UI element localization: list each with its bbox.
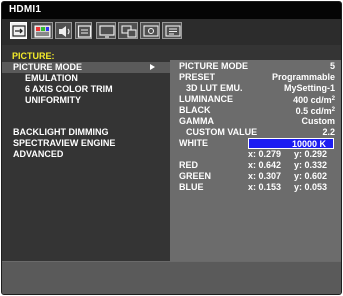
red-label: RED — [179, 160, 199, 170]
display-icon — [99, 25, 115, 38]
row-gamma[interactable]: GAMMA Custom — [170, 116, 341, 127]
row-picture-mode[interactable]: PICTURE MODE 5 — [170, 61, 341, 72]
blue-y-value: y: 0.053 — [294, 182, 328, 192]
menu-item-label: EMULATION — [25, 73, 78, 83]
multi-input-icon — [121, 25, 137, 38]
row-red[interactable]: RED x: 0.642 y: 0.332 — [170, 160, 341, 171]
green-x-value: x: 0.307 — [248, 171, 282, 181]
submenu-arrow-icon — [150, 64, 155, 70]
menu-item-spectraview-engine[interactable]: SPECTRAVIEW ENGINE — [2, 138, 172, 149]
row-black[interactable]: BLACK 0.5 cd/m2 — [170, 105, 341, 116]
lut-label: 3D LUT EMU. — [186, 83, 243, 93]
custom-value-value: 2.2 — [322, 127, 335, 137]
menu-item-picture-mode[interactable]: PICTURE MODE — [2, 62, 172, 73]
tab-schedule[interactable] — [75, 22, 92, 39]
menu-item-label: 6 AXIS COLOR TRIM — [25, 84, 113, 94]
title-bar: HDMI1 — [2, 2, 341, 19]
menu-item-label: BACKLIGHT DIMMING — [13, 127, 109, 137]
section-title: PICTURE: — [12, 51, 55, 61]
bottom-bar — [2, 261, 341, 294]
gamma-label: GAMMA — [179, 116, 214, 126]
tab-display[interactable] — [96, 22, 116, 39]
black-label: BLACK — [179, 105, 211, 115]
green-label: GREEN — [179, 171, 212, 181]
tab-audio[interactable] — [55, 22, 72, 39]
protect-icon — [143, 25, 159, 37]
blue-label: BLUE — [179, 182, 204, 192]
custom-value-label: CUSTOM VALUE — [186, 127, 258, 137]
menu-item-label: PICTURE MODE — [13, 62, 83, 72]
input-icon — [12, 25, 26, 37]
tab-picture[interactable] — [31, 22, 53, 39]
row-preset[interactable]: PRESET Programmable — [170, 72, 341, 83]
menu-item-6-axis-color-trim[interactable]: 6 AXIS COLOR TRIM — [2, 84, 172, 95]
white-value-field[interactable]: 10000 K — [248, 138, 334, 149]
tab-input[interactable] — [10, 22, 27, 39]
red-x-value: x: 0.642 — [248, 160, 282, 170]
preset-value: Programmable — [271, 72, 335, 82]
picture-menu: PICTURE: PICTURE MODE EMULATION 6 AXIS C… — [2, 45, 172, 261]
input-source-label: HDMI1 — [9, 4, 42, 15]
white-y-value: y: 0.292 — [294, 149, 328, 159]
row-blue[interactable]: BLUE x: 0.153 y: 0.053 — [170, 182, 341, 193]
audio-icon — [59, 26, 70, 37]
system-icon — [165, 25, 181, 37]
menu-item-label: SPECTRAVIEW ENGINE — [13, 138, 116, 148]
white-x-value: x: 0.279 — [248, 149, 282, 159]
tab-multi-input[interactable] — [118, 22, 138, 39]
schedule-icon — [77, 25, 92, 38]
picture-mode-value: 5 — [329, 61, 335, 71]
menu-item-label: UNIFORMITY — [25, 95, 81, 105]
menu-tab-bar — [2, 19, 341, 45]
luminance-label: LUMINANCE — [179, 94, 233, 104]
row-green[interactable]: GREEN x: 0.307 y: 0.602 — [170, 171, 341, 182]
tab-protect[interactable] — [140, 22, 160, 39]
menu-item-backlight-dimming[interactable]: BACKLIGHT DIMMING — [2, 127, 172, 138]
white-label: WHITE — [179, 138, 208, 148]
menu-item-emulation[interactable]: EMULATION — [2, 73, 172, 84]
tab-system[interactable] — [162, 22, 182, 39]
menu-item-label: ADVANCED — [13, 149, 64, 159]
row-luminance[interactable]: LUMINANCE 400 cd/m2 — [170, 94, 341, 105]
menu-item-advanced[interactable]: ADVANCED — [2, 149, 172, 160]
row-3d-lut-emu[interactable]: 3D LUT EMU. MySetting-1 — [170, 83, 341, 94]
menu-body: PICTURE: PICTURE MODE EMULATION 6 AXIS C… — [2, 45, 341, 261]
blue-x-value: x: 0.153 — [248, 182, 282, 192]
gamma-value: Custom — [301, 116, 336, 126]
lut-value: MySetting-1 — [283, 83, 335, 93]
row-custom-value[interactable]: CUSTOM VALUE 2.2 — [170, 127, 341, 138]
row-white[interactable]: WHITE 10000 K — [170, 138, 341, 149]
osd-window: HDMI1 PICTURE: PICTURE MODE EMULATION 6 … — [1, 1, 342, 295]
green-y-value: y: 0.602 — [294, 171, 328, 181]
red-y-value: y: 0.332 — [294, 160, 328, 170]
picture-mode-panel: PICTURE MODE 5 PRESET Programmable 3D LU… — [170, 60, 341, 261]
picture-icon — [34, 25, 51, 38]
row-white-xy: x: 0.279 y: 0.292 — [170, 149, 341, 160]
picture-mode-label: PICTURE MODE — [179, 61, 249, 71]
menu-item-uniformity[interactable]: UNIFORMITY — [2, 95, 172, 106]
preset-label: PRESET — [179, 72, 216, 82]
